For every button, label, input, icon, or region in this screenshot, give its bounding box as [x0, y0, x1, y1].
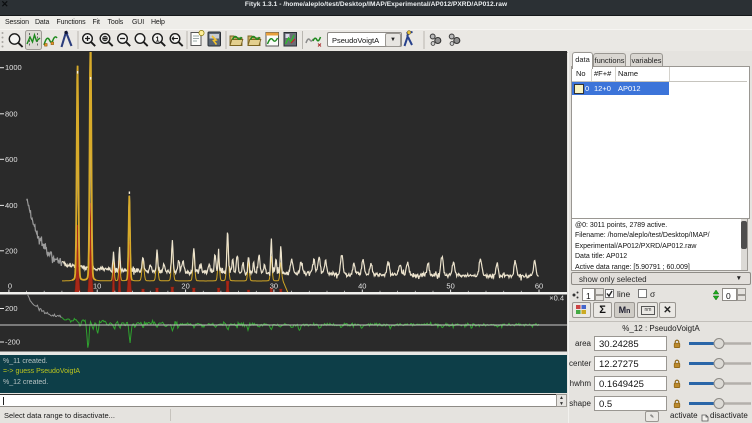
svg-text:30: 30 [270, 282, 278, 291]
svg-text:800: 800 [5, 109, 18, 118]
svg-text:×0.4: ×0.4 [549, 294, 564, 303]
svg-text:10: 10 [93, 282, 101, 291]
svg-text:50: 50 [446, 282, 454, 291]
svg-text:20: 20 [181, 282, 189, 291]
svg-text:60: 60 [535, 282, 543, 291]
svg-text:600: 600 [5, 155, 18, 164]
svg-text:400: 400 [5, 201, 18, 210]
svg-text:200: 200 [5, 304, 18, 313]
svg-text:40: 40 [358, 282, 366, 291]
svg-text:1000: 1000 [5, 63, 22, 72]
svg-text:200: 200 [5, 246, 18, 255]
svg-text:0: 0 [8, 282, 12, 291]
svg-text:-200: -200 [5, 338, 20, 347]
